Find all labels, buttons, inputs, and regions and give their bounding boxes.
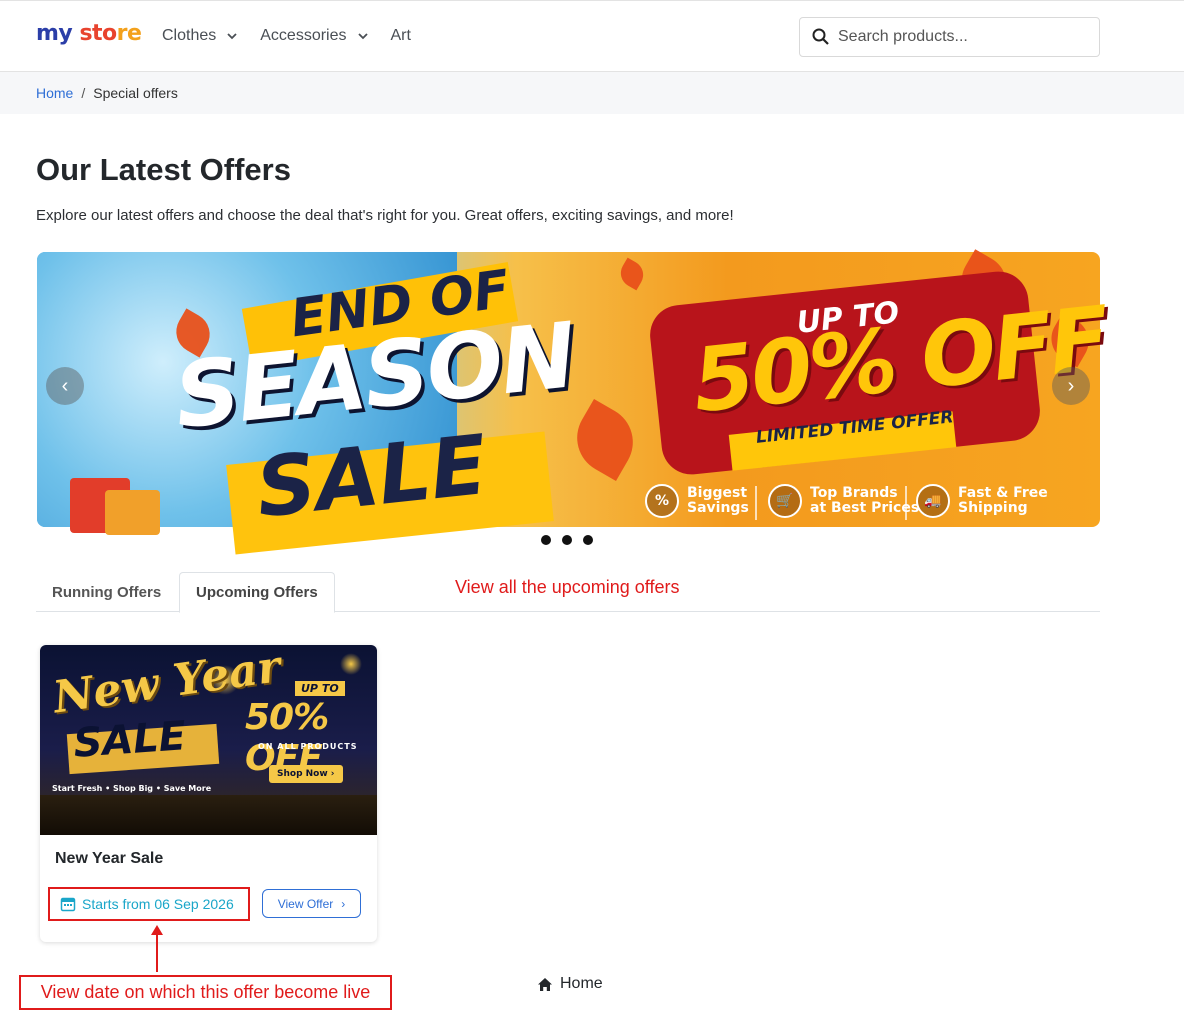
nav-clothes[interactable]: Clothes — [162, 27, 238, 45]
city-skyline-decoration — [40, 795, 377, 835]
feature-line1: Biggest — [687, 485, 748, 501]
carousel-prev-button[interactable]: ‹ — [46, 367, 84, 405]
offer-card: New Year SALE UP TO 50% OFF ON ALL PRODU… — [40, 645, 377, 942]
banner-feature-savings: % Biggest Savings — [645, 484, 749, 518]
offer-start-date-text: Starts from 06 Sep 2026 — [82, 896, 234, 912]
card-image-shop-now: Shop Now › — [269, 765, 343, 783]
chevron-left-icon: ‹ — [61, 374, 69, 397]
chevron-right-icon: › — [1067, 374, 1075, 397]
chevron-right-icon: › — [341, 896, 346, 911]
breadcrumb-current: Special offers — [93, 85, 178, 101]
truck-icon: 🚚 — [916, 484, 950, 518]
page-title: Our Latest Offers — [36, 152, 291, 187]
card-image-sale-text: SALE — [72, 713, 188, 767]
search-input[interactable] — [838, 28, 1078, 46]
footer-home-link[interactable]: Home — [537, 975, 603, 993]
banner-feature-brands: 🛒 Top Brands at Best Prices — [768, 484, 919, 518]
annotation-arrow-line — [156, 934, 158, 972]
search-icon — [812, 28, 829, 45]
banner-feature-shipping: 🚚 Fast & Free Shipping — [916, 484, 1048, 518]
percent-badge-icon: % — [645, 484, 679, 518]
nav-clothes-label: Clothes — [162, 27, 217, 44]
logo-part-re: re — [116, 21, 142, 46]
chevron-down-icon — [227, 33, 237, 40]
chevron-down-icon — [357, 33, 368, 40]
search-box[interactable] — [799, 17, 1100, 57]
feature-divider — [755, 486, 757, 520]
feature-divider — [905, 486, 907, 520]
shopping-bag-decoration — [105, 490, 160, 535]
view-offer-button[interactable]: View Offer › — [262, 889, 361, 918]
nav-art[interactable]: Art — [391, 27, 411, 45]
carousel-indicators — [541, 535, 604, 545]
nav-accessories-label: Accessories — [260, 27, 347, 44]
annotation-upcoming-offers: View all the upcoming offers — [455, 577, 680, 597]
feature-line2: Shipping — [958, 500, 1028, 516]
breadcrumb-separator: / — [81, 85, 86, 101]
footer-home-label: Home — [560, 975, 603, 992]
offer-start-date: Starts from 06 Sep 2026 — [48, 887, 250, 921]
carousel-dot[interactable] — [583, 535, 593, 545]
feature-line1: Fast & Free — [958, 485, 1048, 501]
feature-line1: Top Brands — [810, 485, 898, 501]
logo-part-my: my — [36, 21, 73, 46]
card-image-tagline: Start Fresh • Shop Big • Save More — [52, 784, 212, 793]
card-image-upto: UP TO — [295, 681, 345, 696]
nav-accessories[interactable]: Accessories — [260, 27, 368, 45]
tab-upcoming-offers[interactable]: Upcoming Offers — [179, 572, 335, 613]
breadcrumb-home-link[interactable]: Home — [36, 85, 73, 101]
carousel-next-button[interactable]: › — [1052, 367, 1090, 405]
view-offer-label: View Offer — [277, 896, 334, 911]
site-header: my store Clothes Accessories Art — [0, 0, 1184, 72]
annotation-live-date: View date on which this offer become liv… — [19, 975, 392, 1010]
page-intro: Explore our latest offers and choose the… — [36, 207, 734, 224]
carousel-dot[interactable] — [541, 535, 551, 545]
logo-part-sto: sto — [79, 21, 117, 46]
calendar-icon — [60, 897, 76, 912]
offer-card-image[interactable]: New Year SALE UP TO 50% OFF ON ALL PRODU… — [40, 645, 377, 835]
home-icon — [538, 977, 552, 991]
cart-icon: 🛒 — [768, 484, 802, 518]
store-logo[interactable]: my store — [36, 21, 142, 46]
breadcrumb: Home / Special offers — [0, 72, 1184, 114]
feature-line2: at Best Prices — [810, 500, 920, 516]
carousel-dot[interactable] — [562, 535, 572, 545]
tab-running-offers[interactable]: Running Offers — [36, 572, 177, 612]
firework-spark — [340, 653, 362, 675]
offer-card-title: New Year Sale — [55, 850, 164, 867]
feature-line2: Savings — [687, 500, 749, 516]
main-nav: Clothes Accessories Art — [162, 27, 433, 45]
card-image-subtext: ON ALL PRODUCTS — [258, 742, 358, 751]
nav-art-label: Art — [390, 27, 411, 44]
